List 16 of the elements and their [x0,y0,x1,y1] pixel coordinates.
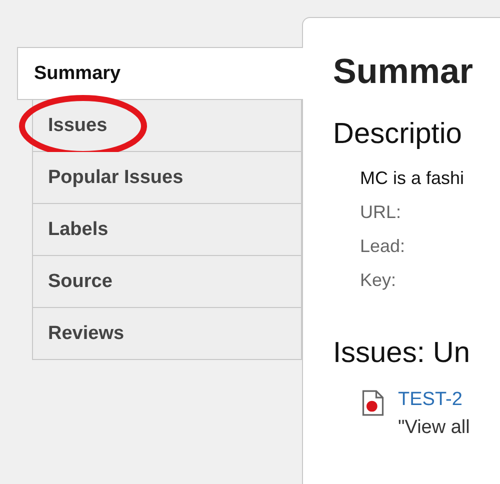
sidebar-tab[interactable]: Labels [32,204,302,256]
section-heading: Issues: Un [333,337,471,370]
field-label: Lead: [360,235,406,258]
field-label: Key: [360,269,398,292]
page-title: Summar [333,52,474,92]
description-text: MC is a fashi [360,167,466,190]
bug-document-icon [362,390,384,416]
field-label: URL: [360,201,402,224]
sidebar-tab[interactable]: Source [32,256,302,308]
sidebar-tab[interactable]: Reviews [32,308,302,360]
sidebar-tab[interactable]: Issues [32,100,302,152]
section-heading: Descriptio [333,118,463,151]
sidebar-tab[interactable]: Summary [17,47,303,100]
sidebar-tab[interactable]: Popular Issues [32,152,302,204]
issue-summary: "View all [398,416,470,440]
issue-link[interactable]: TEST-2 [398,389,462,410]
